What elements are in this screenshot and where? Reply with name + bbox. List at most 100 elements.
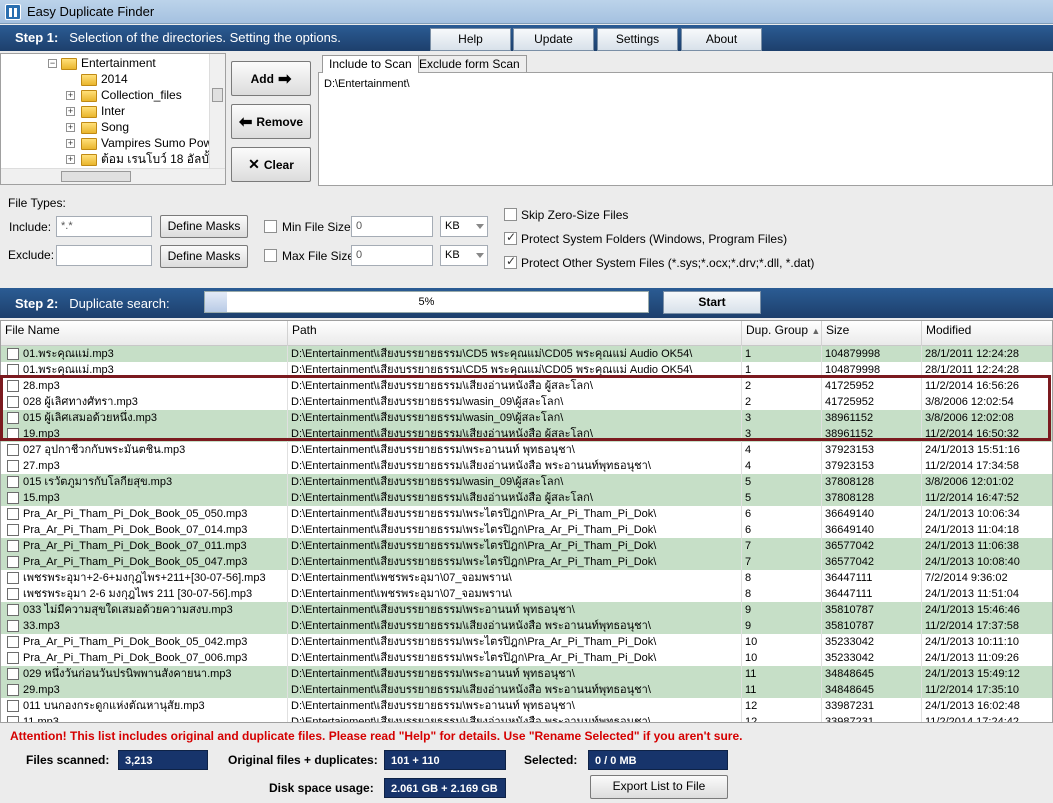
remove-button[interactable]: ⬅ Remove: [231, 104, 311, 139]
row-checkbox[interactable]: [7, 540, 19, 552]
row-checkbox[interactable]: [7, 556, 19, 568]
table-row[interactable]: 015 เรวัตภูมารกับโลกียสุข.mp3 D:\Entertai…: [1, 474, 1052, 490]
table-row[interactable]: 19.mp3 D:\Entertainment\เสียงบรรยายธรรม\เ…: [1, 426, 1052, 442]
row-checkbox[interactable]: [7, 652, 19, 664]
help-button[interactable]: Help: [430, 28, 511, 51]
table-row[interactable]: 01.พระคุณแม่.mp3 D:\Entertainment\เสียงบร…: [1, 346, 1052, 362]
table-row[interactable]: 29.mp3 D:\Entertainment\เสียงบรรยายธรรม\เ…: [1, 682, 1052, 698]
define-masks-exclude-button[interactable]: Define Masks: [160, 245, 248, 268]
table-row[interactable]: 015 ผู้เลิศเสมอด้วยหนึ่ง.mp3 D:\Entertain…: [1, 410, 1052, 426]
protect-other-checkbox[interactable]: [504, 254, 517, 269]
settings-button[interactable]: Settings: [597, 28, 678, 51]
include-path[interactable]: D:\Entertainment\: [324, 78, 410, 90]
collapse-icon[interactable]: −: [48, 59, 57, 68]
about-button[interactable]: About: [681, 28, 762, 51]
row-checkbox[interactable]: [7, 700, 19, 712]
tree-item[interactable]: Collection_files: [81, 87, 182, 103]
min-size-unit-select[interactable]: KB: [440, 216, 488, 237]
add-button[interactable]: Add ➡: [231, 61, 311, 96]
tree-item[interactable]: 2014: [81, 71, 128, 87]
row-checkbox[interactable]: [7, 412, 19, 424]
expand-icon[interactable]: +: [66, 139, 75, 148]
results-grid[interactable]: File Name Path Dup. Group ▲ Size Modifie…: [0, 320, 1053, 723]
expand-icon[interactable]: +: [66, 123, 75, 132]
tab-exclude[interactable]: Exclude form Scan: [412, 55, 527, 73]
col-dup-group[interactable]: Dup. Group ▲: [742, 321, 822, 346]
folder-tree[interactable]: − Entertainment 2014 + Collection_files …: [0, 53, 226, 185]
tree-item[interactable]: Vampires Sumo Powe: [81, 135, 219, 151]
tree-item[interactable]: Inter: [81, 103, 125, 119]
table-row[interactable]: Pra_Ar_Pi_Tham_Pi_Dok_Book_07_011.mp3 D:\…: [1, 538, 1052, 554]
table-row[interactable]: 11.mp3 D:\Entertainment\เสียงบรรยายธรรม\เ…: [1, 714, 1052, 722]
start-button[interactable]: Start: [663, 291, 761, 314]
table-row[interactable]: 028 ผู้เลิศทางศัทรา.mp3 D:\Entertainment\…: [1, 394, 1052, 410]
row-checkbox[interactable]: [7, 396, 19, 408]
table-row[interactable]: 28.mp3 D:\Entertainment\เสียงบรรยายธรรม\เ…: [1, 378, 1052, 394]
exclude-mask-input[interactable]: [56, 245, 152, 266]
col-size[interactable]: Size: [822, 321, 922, 346]
tree-item-root[interactable]: Entertainment: [61, 55, 156, 71]
table-row[interactable]: 27.mp3 D:\Entertainment\เสียงบรรยายธรรม\เ…: [1, 458, 1052, 474]
cell-group: 6: [745, 522, 822, 538]
expand-icon[interactable]: +: [66, 107, 75, 116]
tree-item[interactable]: ต้อม เรนโบว์ 18 อัลบั้ม: [81, 151, 217, 167]
row-checkbox[interactable]: [7, 684, 19, 696]
exclude-label: Exclude:: [8, 248, 55, 262]
tree-item[interactable]: Song: [81, 119, 129, 135]
col-path[interactable]: Path: [288, 321, 742, 346]
table-row[interactable]: Pra_Ar_Pi_Tham_Pi_Dok_Book_05_047.mp3 D:\…: [1, 554, 1052, 570]
row-checkbox[interactable]: [7, 460, 19, 472]
row-checkbox[interactable]: [7, 524, 19, 536]
row-checkbox[interactable]: [7, 508, 19, 520]
expand-icon[interactable]: +: [66, 155, 75, 164]
col-modified[interactable]: Modified: [922, 321, 1052, 346]
row-checkbox[interactable]: [7, 444, 19, 456]
table-row[interactable]: 011 บนกองกระดูกแห่งตัณหานุสัย.mp3 D:\Ente…: [1, 698, 1052, 714]
tab-include[interactable]: Include to Scan: [322, 55, 419, 73]
table-row[interactable]: 33.mp3 D:\Entertainment\เสียงบรรยายธรรม\เ…: [1, 618, 1052, 634]
row-checkbox[interactable]: [7, 364, 19, 376]
row-checkbox[interactable]: [7, 492, 19, 504]
table-row[interactable]: 01.พระคุณแม่.mp3 D:\Entertainment\เสียงบร…: [1, 362, 1052, 378]
table-row[interactable]: 029 หนึ่งวันก่อนวันปรนิพพานสังคายนา.mp3 D…: [1, 666, 1052, 682]
clear-button[interactable]: ✕ Clear: [231, 147, 311, 182]
table-row[interactable]: Pra_Ar_Pi_Tham_Pi_Dok_Book_07_014.mp3 D:\…: [1, 522, 1052, 538]
min-size-checkbox[interactable]: [264, 220, 277, 233]
table-row[interactable]: Pra_Ar_Pi_Tham_Pi_Dok_Book_05_050.mp3 D:\…: [1, 506, 1052, 522]
max-size-checkbox[interactable]: [264, 249, 277, 262]
export-list-button[interactable]: Export List to File: [590, 775, 728, 799]
tree-vscroll[interactable]: [209, 54, 225, 168]
row-checkbox[interactable]: [7, 636, 19, 648]
table-row[interactable]: 033 ไม่มีความสุขใดเสมอด้วยความสงบ.mp3 D:\…: [1, 602, 1052, 618]
row-checkbox[interactable]: [7, 620, 19, 632]
row-checkbox[interactable]: [7, 348, 19, 360]
table-row[interactable]: เพชรพระอุมา 2-6 มงกุฎไพร 211 [30-07-56].…: [1, 586, 1052, 602]
table-row[interactable]: เพชรพระอุมา+2-6+มงกุฎไพร+211+[30-07-56].…: [1, 570, 1052, 586]
define-masks-include-button[interactable]: Define Masks: [160, 215, 248, 238]
protect-system-checkbox[interactable]: [504, 230, 517, 245]
table-row[interactable]: 15.mp3 D:\Entertainment\เสียงบรรยายธรรม\เ…: [1, 490, 1052, 506]
tree-hscroll[interactable]: [1, 168, 225, 184]
row-checkbox[interactable]: [7, 716, 19, 722]
row-checkbox[interactable]: [7, 604, 19, 616]
row-checkbox[interactable]: [7, 572, 19, 584]
max-size-unit-select[interactable]: KB: [440, 245, 488, 266]
row-checkbox[interactable]: [7, 476, 19, 488]
max-size-input[interactable]: 0: [351, 245, 433, 266]
include-list[interactable]: D:\Entertainment\: [318, 72, 1053, 186]
row-checkbox[interactable]: [7, 588, 19, 600]
table-row[interactable]: Pra_Ar_Pi_Tham_Pi_Dok_Book_07_006.mp3 D:\…: [1, 650, 1052, 666]
update-button[interactable]: Update: [513, 28, 594, 51]
min-size-input[interactable]: 0: [351, 216, 433, 237]
skip-zero-checkbox[interactable]: [504, 208, 517, 221]
expand-icon[interactable]: +: [66, 91, 75, 100]
include-mask-input[interactable]: *.*: [56, 216, 152, 237]
table-row[interactable]: Pra_Ar_Pi_Tham_Pi_Dok_Book_05_042.mp3 D:\…: [1, 634, 1052, 650]
row-checkbox[interactable]: [7, 380, 19, 392]
col-file-name[interactable]: File Name: [1, 321, 288, 346]
row-checkbox[interactable]: [7, 428, 19, 440]
cell-name: 29.mp3: [23, 682, 288, 698]
table-row[interactable]: 027 อุปกาชีวกกับพระมันตชิน.mp3 D:\Enterta…: [1, 442, 1052, 458]
arrow-left-icon: ⬅: [238, 113, 253, 131]
row-checkbox[interactable]: [7, 668, 19, 680]
